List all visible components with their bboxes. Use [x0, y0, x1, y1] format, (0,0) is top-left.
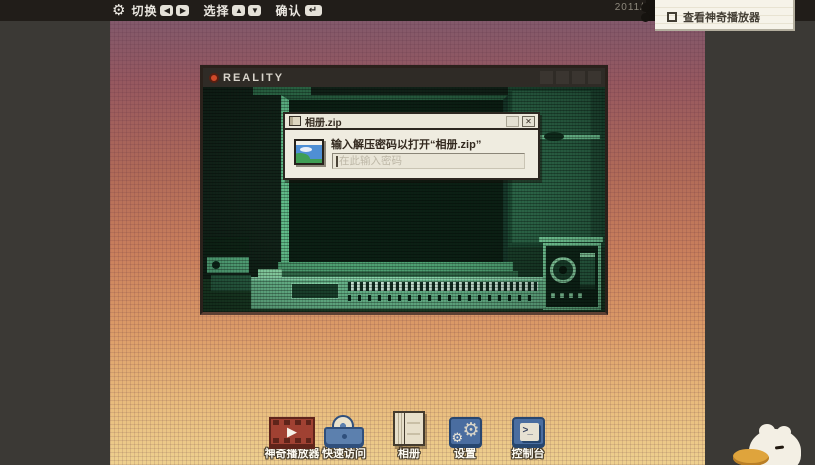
disc-bag-icon [324, 415, 364, 446]
window-control-button[interactable] [540, 71, 553, 84]
window-control-button[interactable] [556, 71, 569, 84]
zip-password-dialog: 相册.zip ✕ 输入解压密码以打开“相册.zip” [283, 112, 540, 180]
desktop-icon-console[interactable]: >_ 控制台 [493, 410, 563, 460]
switch-label: 切换 [131, 2, 157, 19]
popup-item-label: 查看神奇播放器 [683, 9, 760, 25]
icon-label: 控制台 [512, 449, 545, 460]
dialog-body: 输入解压密码以打开“相册.zip” [285, 130, 538, 178]
confirm-hint: 确认 ↵ [275, 2, 321, 19]
switch-hint: 切换 ◀ ▶ [131, 2, 189, 19]
game-screen: ⚙ 切换 ◀ ▶ 选择 ▲ ▼ 确认 ↵ 2011/ 查看神奇播放器 [0, 0, 815, 465]
window-control-button[interactable] [572, 71, 585, 84]
duck-beak [733, 449, 769, 465]
select-down-key-icon[interactable]: ▼ [248, 5, 261, 16]
window-control-button[interactable] [588, 71, 601, 84]
reality-window: REALITY [200, 65, 608, 315]
icon-label: 快速访问 [322, 449, 366, 460]
select-label: 选择 [203, 2, 229, 19]
album-file-icon [289, 116, 301, 126]
photo-icon [294, 139, 324, 165]
control-hints: ⚙ 切换 ◀ ▶ 选择 ▲ ▼ 确认 ↵ [0, 0, 330, 21]
enter-key-icon[interactable]: ↵ [305, 5, 322, 16]
pin-icon [641, 13, 650, 22]
duck-mascot[interactable] [733, 424, 813, 465]
console-icon: >_ [512, 417, 545, 446]
popup-menu-item-view-player[interactable]: 查看神奇播放器 [667, 9, 760, 25]
popup-menu: 查看神奇播放器 [655, 0, 795, 31]
record-dot-icon [209, 73, 219, 83]
select-hint: 选择 ▲ ▼ [203, 2, 261, 19]
dialog-title: 相册.zip [305, 114, 342, 129]
icon-label: 相册 [398, 449, 420, 460]
desktop-icon-quick-access[interactable]: 快速访问 [309, 410, 379, 460]
text-caret [336, 156, 338, 167]
pin-icon [641, 3, 650, 12]
select-up-key-icon[interactable]: ▲ [232, 5, 245, 16]
password-field-frame [332, 153, 525, 169]
date-text: 2011/ [615, 2, 644, 13]
switch-prev-key-icon[interactable]: ◀ [160, 5, 173, 16]
dialog-message: 输入解压密码以打开“相册.zip” [331, 136, 481, 152]
switch-next-key-icon[interactable]: ▶ [176, 5, 189, 16]
reality-titlebar[interactable]: REALITY [203, 68, 605, 87]
close-icon[interactable]: ✕ [522, 116, 535, 127]
password-input[interactable] [339, 154, 523, 168]
dialog-blank-button[interactable] [506, 116, 519, 127]
checkbox-icon[interactable] [667, 12, 677, 22]
icon-label: 设置 [454, 449, 476, 460]
window-controls [540, 71, 601, 84]
album-book-icon [393, 411, 425, 446]
gears-icon: ⚙ ⚙ [449, 417, 482, 446]
confirm-label: 确认 [275, 2, 301, 19]
desktop-icon-settings[interactable]: ⚙ ⚙ 设置 [430, 410, 500, 460]
dialog-titlebar[interactable]: 相册.zip ✕ [285, 114, 538, 130]
reality-title: REALITY [223, 72, 284, 84]
gear-icon[interactable]: ⚙ [112, 0, 125, 21]
